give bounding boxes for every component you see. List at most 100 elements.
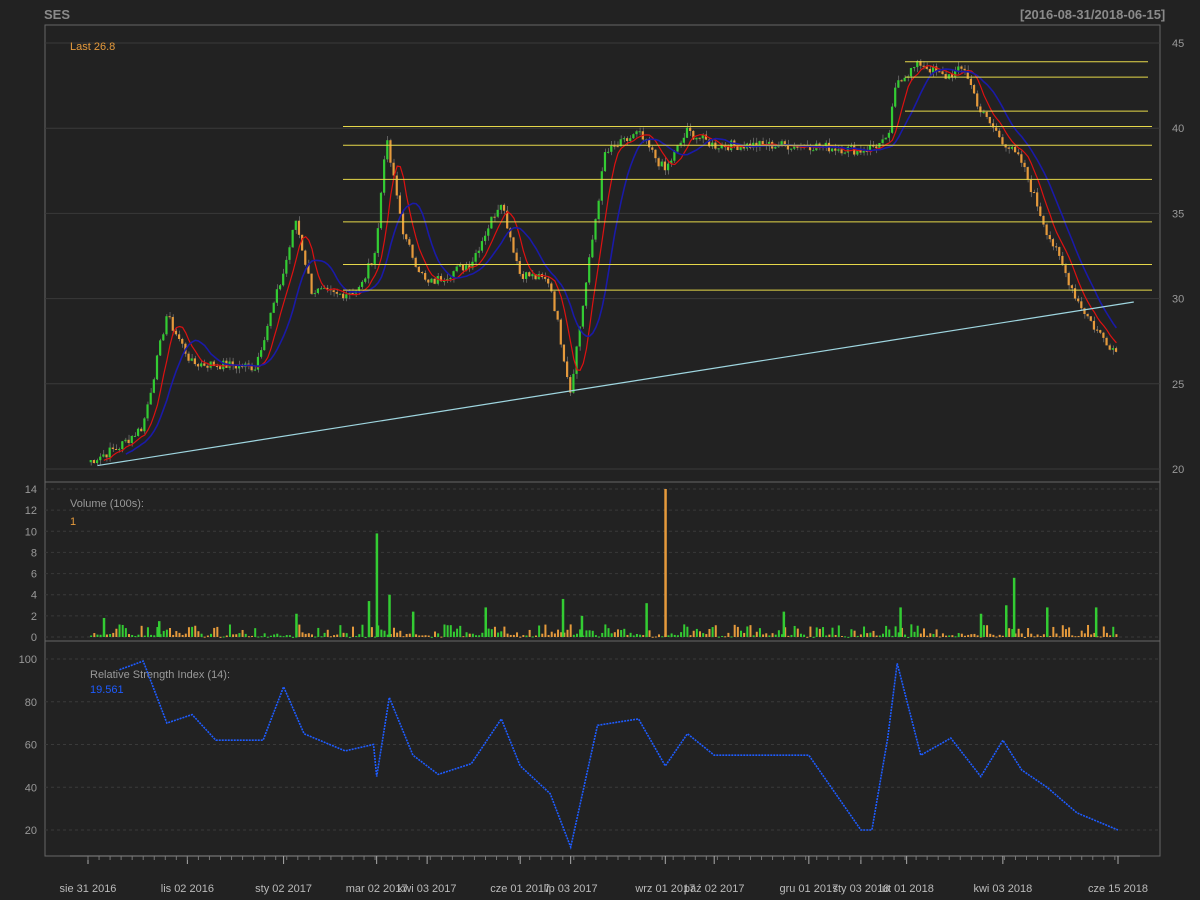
volume-bar [241,629,244,637]
volume-bar [651,636,654,638]
volume-bar [588,630,591,637]
volume-bar [834,634,837,637]
volume-bar [317,627,320,637]
x-tick-label: gru 01 2017 [779,883,838,895]
volume-bar [383,630,386,637]
volume-bar [456,628,459,637]
candle-down [1029,179,1032,193]
volume-bar [544,624,547,637]
candle-down [972,85,976,94]
rsi-y-tick-label: 20 [25,825,37,837]
volume-bar [405,633,408,637]
volume-bar [219,636,222,638]
volume-bar [200,633,203,637]
candle-up [480,241,484,251]
candle-down [960,66,963,69]
volume-bar [427,635,430,637]
rsi-title: Relative Strength Index (14): [90,669,230,681]
candle-up [894,87,897,107]
volume-bar [449,625,452,637]
volume-y-tick-label: 8 [31,547,37,559]
volume-bar [538,625,541,637]
candle-down [1007,147,1010,149]
candle-up [831,148,834,152]
volume-spike-bar [1005,605,1008,637]
volume-bar [1030,633,1033,637]
chart-stage: SES [2016-08-31/2018-06-15] 20 25 30 35 40 45… [0,0,1200,900]
volume-bar [837,625,840,637]
candle-down [1020,154,1023,163]
candle-down [405,234,408,240]
volume-spike-bar [561,598,565,637]
candle-up [774,146,777,149]
volume-bar [96,634,99,637]
volume-bar [680,632,683,637]
volume-bar [648,630,651,637]
volume-bar [402,636,405,638]
volume-bar [282,636,285,638]
volume-bar [1023,636,1026,638]
candle-down [181,338,184,344]
volume-bar [601,632,604,637]
candle-down [342,293,345,299]
volume-bar [109,634,112,637]
volume-bar [1020,633,1023,637]
volume-bar [572,634,575,637]
volume-bar [730,636,733,638]
candle-up [982,111,985,113]
volume-spike-bar [1094,607,1098,637]
volume-bar [465,632,468,637]
volume-bar [758,628,761,637]
candle-down [1061,255,1064,266]
candle-down [171,316,174,331]
volume-bar [304,633,307,637]
volume-bar [620,630,623,637]
candle-down [206,365,209,368]
volume-bar [459,625,462,637]
candle-down [502,204,506,211]
candle-up [843,152,846,154]
volume-bar [134,636,137,638]
candle-up [591,239,594,258]
volume-bar [1001,635,1004,637]
volume-spike-bar [388,594,391,637]
volume-bar [1074,636,1077,638]
volume-bar [509,634,512,637]
candle-down [985,111,988,117]
candle-down [461,264,465,271]
volume-bar [916,625,919,637]
volume-bar [973,633,976,637]
candle-down [1054,246,1058,248]
volume-bar [115,628,118,637]
volume-bar [493,626,496,637]
candle-up [133,435,137,437]
x-tick-label: cze 15 2018 [1088,883,1148,895]
candle-up [338,293,342,295]
volume-bar [310,634,313,637]
volume-bar [885,625,888,637]
candle-up [455,266,458,272]
volume-bar [904,634,907,637]
candle-up [597,200,600,220]
candle-down [193,358,196,365]
volume-bar [746,626,749,637]
volume-bar [607,628,610,637]
volume-bar [194,625,197,637]
candle-down [1013,146,1017,153]
volume-bar [430,636,433,638]
volume-bar [910,624,913,637]
volume-bar [831,627,834,637]
volume-bar [635,633,638,637]
volume-bar [301,632,304,637]
volume-bar [695,628,698,637]
candle-up [581,305,584,327]
volume-bar [986,625,989,637]
volume-bar [935,629,938,637]
price-y-tick-label: 35 [1172,208,1184,220]
candle-down [928,68,932,73]
candle-down [1023,162,1026,168]
volume-bar [1017,628,1020,637]
candle-down [556,311,559,320]
candle-up [149,392,152,405]
volume-bar [875,635,878,637]
